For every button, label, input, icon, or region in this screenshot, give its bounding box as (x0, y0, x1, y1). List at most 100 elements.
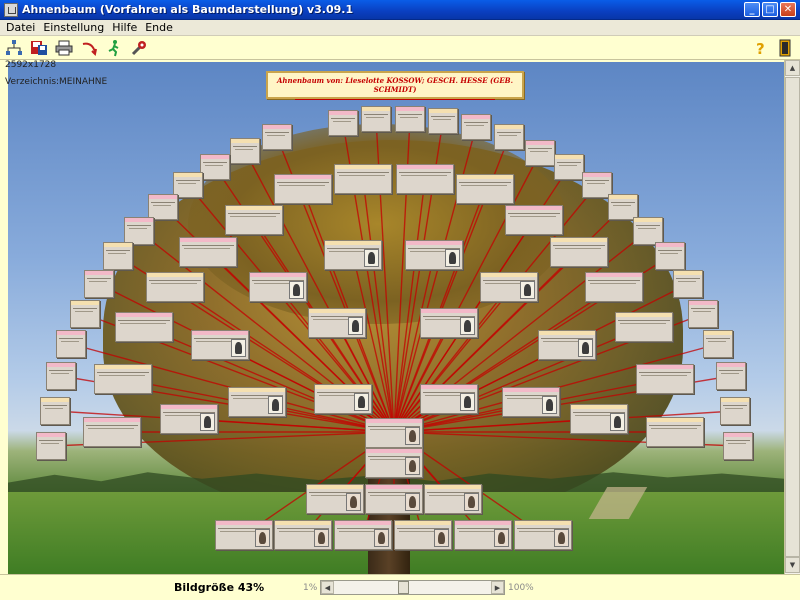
person-card[interactable] (420, 308, 478, 338)
person-card[interactable] (115, 312, 173, 342)
person-card[interactable] (160, 404, 218, 434)
person-card[interactable] (395, 106, 425, 132)
person-card[interactable] (502, 387, 560, 417)
person-card[interactable] (365, 484, 423, 514)
undo-button[interactable] (79, 38, 99, 58)
person-details-line (530, 151, 548, 152)
person-card[interactable] (179, 237, 237, 267)
minimize-button[interactable]: _ (744, 2, 760, 17)
person-card[interactable] (274, 520, 332, 550)
person-card[interactable] (554, 154, 584, 180)
person-card[interactable] (230, 138, 260, 164)
person-card[interactable] (274, 174, 332, 204)
person-card[interactable] (703, 330, 733, 358)
run-button[interactable] (104, 38, 124, 58)
person-card[interactable] (262, 124, 292, 150)
person-card[interactable] (688, 300, 718, 328)
person-card[interactable] (146, 272, 204, 302)
person-details-line (706, 338, 730, 339)
menu-datei[interactable]: Datei (2, 21, 39, 34)
person-card[interactable] (461, 114, 491, 140)
person-card[interactable] (550, 237, 608, 267)
person-card[interactable] (36, 432, 66, 460)
person-card[interactable] (720, 397, 750, 425)
person-card[interactable] (723, 432, 753, 460)
person-card[interactable] (334, 164, 392, 194)
person-card[interactable] (249, 272, 307, 302)
person-card[interactable] (324, 240, 382, 270)
tree-canvas[interactable]: Ahnenbaum von: Lieselotte KOSSOW; GESCH.… (8, 62, 784, 574)
save-button[interactable] (29, 38, 49, 58)
zoom-right-arrow[interactable]: ▶ (491, 581, 504, 594)
person-card[interactable] (673, 270, 703, 298)
person-card[interactable] (428, 108, 458, 134)
person-card[interactable] (716, 362, 746, 390)
person-card[interactable] (365, 448, 423, 478)
scroll-up-arrow[interactable]: ▲ (785, 60, 800, 76)
person-card[interactable] (84, 270, 114, 298)
menu-ende[interactable]: Ende (141, 21, 177, 34)
person-card[interactable] (191, 330, 249, 360)
person-card[interactable] (646, 417, 704, 447)
person-card[interactable] (306, 484, 364, 514)
person-photo (255, 529, 270, 547)
person-card[interactable] (361, 106, 391, 132)
app-icon (4, 2, 18, 17)
person-card[interactable] (83, 417, 141, 447)
person-card[interactable] (514, 520, 572, 550)
tree-button[interactable] (4, 38, 24, 58)
print-button[interactable] (54, 38, 74, 58)
person-card[interactable] (424, 484, 482, 514)
person-card[interactable] (633, 217, 663, 245)
person-card[interactable] (40, 397, 70, 425)
person-card[interactable] (456, 174, 514, 204)
person-card[interactable] (94, 364, 152, 394)
person-card[interactable] (228, 387, 286, 417)
person-card[interactable] (538, 330, 596, 360)
person-card[interactable] (314, 384, 372, 414)
person-card[interactable] (505, 205, 563, 235)
person-card[interactable] (454, 520, 512, 550)
person-details-line (398, 114, 422, 115)
person-card[interactable] (365, 418, 423, 448)
person-card[interactable] (420, 384, 478, 414)
person-card[interactable] (215, 520, 273, 550)
person-card[interactable] (46, 362, 76, 390)
person-card[interactable] (328, 110, 358, 136)
person-card[interactable] (655, 242, 685, 270)
tools-button[interactable] (129, 38, 149, 58)
person-card[interactable] (225, 205, 283, 235)
vertical-scrollbar[interactable]: ▲ ▼ (784, 60, 800, 574)
person-card[interactable] (334, 520, 392, 550)
person-details-line (431, 116, 455, 117)
zoom-left-arrow[interactable]: ◀ (321, 581, 334, 594)
person-card[interactable] (570, 404, 628, 434)
person-card[interactable] (525, 140, 555, 166)
menu-einstellung[interactable]: Einstellung (39, 21, 108, 34)
exit-button[interactable] (775, 38, 795, 58)
person-card[interactable] (394, 520, 452, 550)
person-details-line (466, 125, 484, 126)
person-details-line (557, 162, 581, 163)
person-card[interactable] (480, 272, 538, 302)
maximize-button[interactable]: □ (762, 2, 778, 17)
person-card[interactable] (124, 217, 154, 245)
person-card[interactable] (396, 164, 454, 194)
zoom-slider[interactable]: ◀ ▶ (320, 580, 505, 595)
person-card[interactable] (200, 154, 230, 180)
person-card[interactable] (636, 364, 694, 394)
person-card[interactable] (405, 240, 463, 270)
person-card[interactable] (70, 300, 100, 328)
person-card[interactable] (56, 330, 86, 358)
person-card[interactable] (494, 124, 524, 150)
person-card[interactable] (308, 308, 366, 338)
person-card[interactable] (585, 272, 643, 302)
person-card[interactable] (103, 242, 133, 270)
scroll-thumb[interactable] (785, 77, 800, 557)
person-card[interactable] (615, 312, 673, 342)
close-button[interactable]: ✕ (780, 2, 796, 17)
scroll-down-arrow[interactable]: ▼ (785, 557, 800, 573)
zoom-slider-thumb[interactable] (397, 581, 409, 594)
menu-hilfe[interactable]: Hilfe (108, 21, 141, 34)
help-button[interactable]: ? (750, 38, 770, 58)
